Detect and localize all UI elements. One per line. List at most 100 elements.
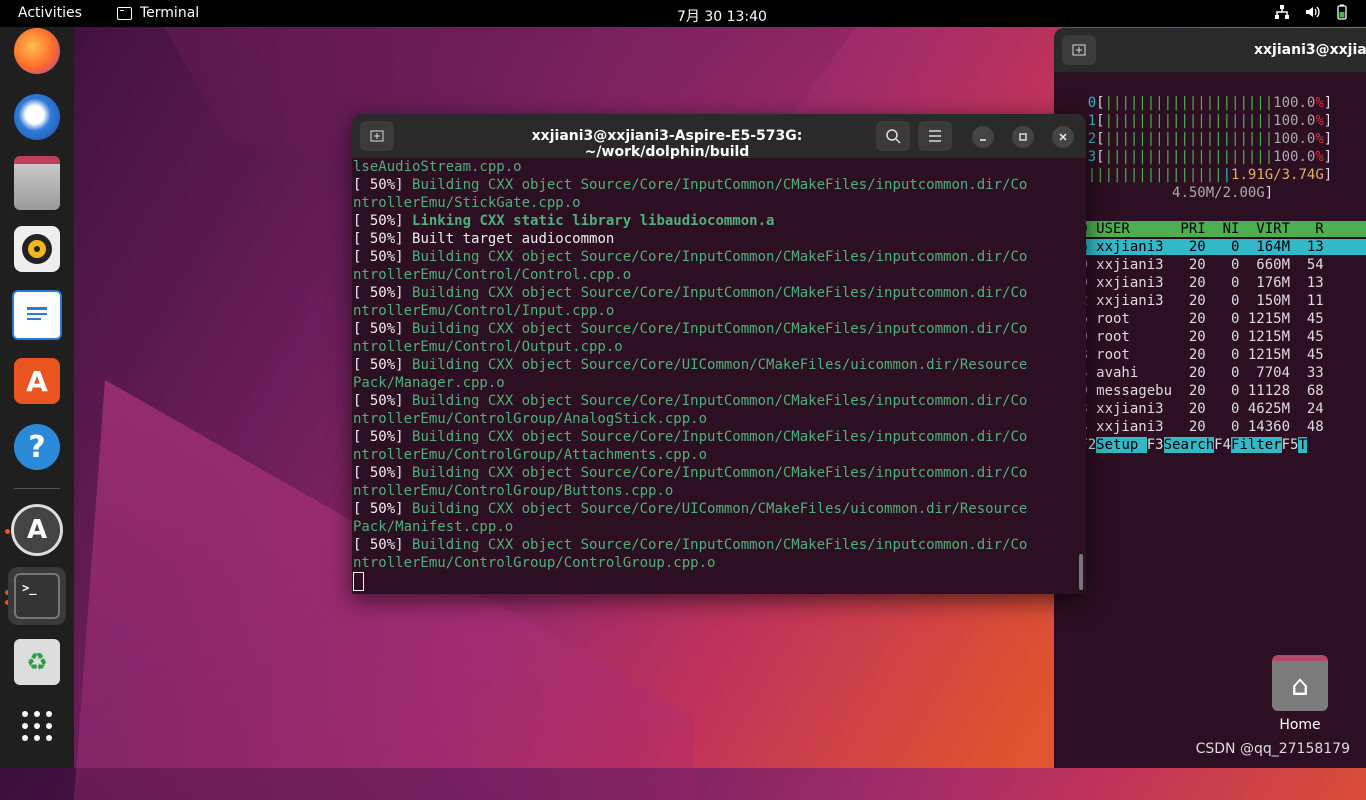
search-button[interactable] [876,121,910,151]
htop-titlebar[interactable]: xxjiani3@xxjian [1054,28,1366,72]
cpu-percent-sign: % [1315,113,1324,129]
app-center-launcher[interactable]: A [8,352,66,410]
line-text: Pack/Manager.cpp.o [353,375,505,391]
process-row[interactable]: 4800 xxjiani3 20 0 660M 54 [1054,256,1366,274]
terminal-line: ntrollerEmu/Control/Input.cpp.o [353,302,1076,320]
maximize-icon [1019,133,1027,141]
terminal-titlebar[interactable]: xxjiani3@xxjiani3-Aspire-E5-573G: ~/work… [352,114,1086,160]
line-text: Building CXX object Source/Core/InputCom… [412,537,1028,553]
thunderbird-launcher[interactable] [8,88,66,146]
line-text: ntrollerEmu/Control/Output.cpp.o [353,339,623,355]
app-center-icon: A [14,358,60,404]
new-tab-button[interactable] [1062,35,1096,65]
activities-button[interactable]: Activities [18,5,82,21]
process-row[interactable]: 5272 xxjiani3 20 0 150M 11 [1054,292,1366,310]
terminal-line: [ 50%] Building CXX object Source/Core/I… [353,536,1076,554]
cpu-percent: 100.0 [1273,95,1316,111]
htop-content: 0[||||||||||||||||||||100.0%] 1[||||||||… [1054,94,1366,454]
show-apps-icon [20,709,54,747]
show-apps-button[interactable] [8,699,66,757]
meter-bracket: [ [1096,131,1105,147]
meter-bracket: [ [1096,113,1105,129]
firefox-launcher[interactable] [8,22,66,80]
process-text: 4800 xxjiani3 20 0 660M 54 [1054,257,1366,273]
maximize-button[interactable] [1012,126,1034,148]
home-folder-shortcut[interactable]: Home [1262,655,1338,733]
window-title: xxjiani3@xxjiani3-Aspire-E5-573G: ~/work… [531,128,803,160]
progress-prefix: [ 50%] [353,213,413,229]
files-icon [14,156,60,210]
progress-prefix: [ 50%] [353,177,413,193]
progress-prefix: [ 50%] [353,249,413,265]
cpu-percent: 100.0 [1273,131,1316,147]
writer-launcher[interactable] [8,286,66,344]
close-icon [1059,133,1067,141]
fkey-label[interactable]: Setup [1096,437,1147,453]
process-row[interactable]: 3184 xxjiani3 20 0 14360 48 [1054,418,1366,436]
terminal-app-icon [117,6,132,20]
progress-prefix: [ 50%] [353,465,413,481]
terminal-line: [ 50%] Building CXX object Source/Core/U… [353,356,1076,374]
firefox-icon [14,28,60,74]
rhythmbox-launcher[interactable] [8,220,66,278]
terminal-window[interactable]: xxjiani3@xxjiani3-Aspire-E5-573G: ~/work… [352,114,1086,594]
line-text: Building CXX object Source/Core/UICommon… [412,357,1028,373]
meter-bracket: ] [1323,167,1333,183]
terminal-output[interactable]: lseAudioStream.cpp.o[ 50%] Building CXX … [353,158,1076,594]
process-text: 879 messagebu 20 0 11128 68 [1054,383,1366,399]
scrollbar[interactable] [1079,554,1083,590]
progress-prefix: [ 50%] [353,501,413,517]
minimize-button[interactable] [972,126,994,148]
fkey-number: F3 [1146,437,1164,453]
prompt-line[interactable] [353,572,1076,591]
terminal-line: [ 50%] Building CXX object Source/Core/I… [353,284,1076,302]
rhythmbox-icon [14,226,60,272]
process-row[interactable]: 874 avahi 20 0 7704 33 [1054,364,1366,382]
process-text: 5272 xxjiani3 20 0 150M 11 [1054,293,1366,309]
terminal-line: ntrollerEmu/ControlGroup/AnalogStick.cpp… [353,410,1076,428]
app-menu[interactable]: Terminal [117,5,199,21]
hamburger-icon [929,130,941,142]
close-button[interactable] [1052,126,1074,148]
process-row[interactable]: 0609 root 20 0 1215M 45 [1054,328,1366,346]
cpu-percent: 100.0 [1273,149,1316,165]
cpu-bar: |||||||||||||||||||| [1104,149,1274,165]
process-row[interactable]: 7916 root 20 0 1215M 45 [1054,310,1366,328]
line-text: ntrollerEmu/StickGate.cpp.o [353,195,581,211]
volume-icon [1304,4,1320,20]
clock[interactable]: 7月 30 13:40 [677,6,767,26]
process-row[interactable]: 879 messagebu 20 0 11128 68 [1054,382,1366,400]
process-row[interactable]: 7958 root 20 0 1215M 45 [1054,346,1366,364]
terminal-line: ntrollerEmu/Control/Output.cpp.o [353,338,1076,356]
files-launcher[interactable] [8,154,66,212]
battery-icon [1334,4,1350,20]
meter-bracket: [ [1096,95,1105,111]
terminal-line: [ 50%] Built target audiocommon [353,230,1076,248]
menu-button[interactable] [918,121,952,151]
new-tab-button[interactable] [360,121,394,151]
terminal-line: ntrollerEmu/ControlGroup/ControlGroup.cp… [353,554,1076,572]
system-tray[interactable] [1274,4,1350,20]
cpu-percent-sign: % [1315,95,1324,111]
process-text: 3184 xxjiani3 20 0 14360 48 [1054,419,1366,435]
swap-value: 4.50M/2.00G [1087,185,1265,201]
terminal-line: [ 50%] Building CXX object Source/Core/I… [353,428,1076,446]
updater-launcher[interactable]: A [8,501,66,559]
line-text: Building CXX object Source/Core/UICommon… [412,501,1028,517]
trash-launcher[interactable]: ♻ [8,633,66,691]
process-header: PID USER PRI NI VIRT R [1054,220,1366,238]
terminal-launcher[interactable]: >_ [8,567,66,625]
process-row[interactable]: 2153 xxjiani3 20 0 4625M 24 [1054,400,1366,418]
line-text: Linking CXX static library libaudiocommo… [412,213,775,229]
fkey-label[interactable]: T [1298,437,1307,453]
process-row[interactable]: 5266 xxjiani3 20 0 164M 13 [1054,238,1366,256]
fkey-label[interactable]: Search [1163,437,1215,453]
mem-bar: ||||||||||||||||| [1079,167,1223,183]
line-text: Building CXX object Source/Core/InputCom… [412,429,1028,445]
minimize-icon [980,139,986,141]
home-folder-icon [1272,655,1328,711]
fkey-label[interactable]: Filter [1231,437,1282,453]
help-launcher[interactable]: ? [8,418,66,476]
progress-prefix: [ 50%] [353,321,413,337]
process-row[interactable]: 5260 xxjiani3 20 0 176M 13 [1054,274,1366,292]
